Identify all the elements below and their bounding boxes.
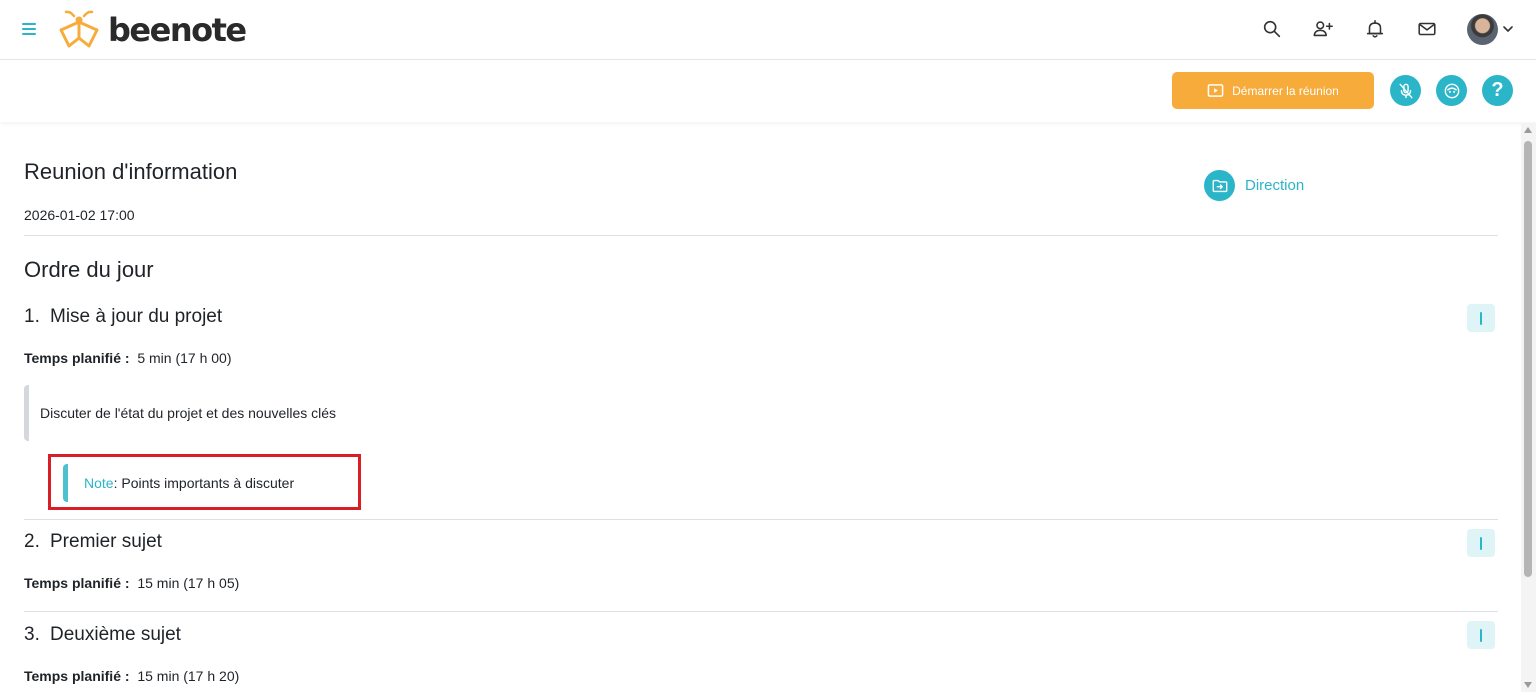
agenda-item-number: 2. [24,531,40,552]
face-outline-icon [1444,83,1459,98]
help-button[interactable]: ? [1482,75,1513,106]
scroll-up-arrow-icon[interactable] [1524,127,1532,133]
logo-text: beenote [108,11,247,49]
agenda-item-name: Deuxième sujet [50,624,181,645]
meeting-content: Reunion d'information 2026-01-02 17:00 D… [24,123,1498,692]
agenda-title: Ordre du jour [24,257,154,282]
agenda-item-planned-time: Temps planifié : 5 min (17 h 00) [24,350,232,366]
planned-time-label: Temps planifié : [24,668,130,684]
play-screen-icon [1207,84,1224,97]
folder-icon [1204,170,1235,201]
mail-icon[interactable] [1416,18,1438,40]
agenda-item-number: 3. [24,624,40,645]
divider [24,519,1498,520]
top-navigation-bar: beenote [0,0,1536,60]
agenda-item-note: Note : Points importants à discuter [63,464,294,502]
agenda-item-description: Discuter de l'état du projet et des nouv… [24,385,444,441]
menu-icon[interactable] [20,19,38,39]
agenda-item-toggle-button[interactable] [1467,529,1495,557]
start-meeting-label: Démarrer la réunion [1232,83,1339,98]
agenda-item-toggle-button[interactable] [1467,304,1495,332]
note-text: : Points importants à discuter [113,475,295,491]
vertical-scrollbar[interactable] [1521,123,1536,692]
scrollbar-thumb[interactable] [1524,141,1532,577]
meeting-title: Reunion d'information [24,159,238,184]
start-meeting-button[interactable]: Démarrer la réunion [1172,72,1374,109]
planned-time-label: Temps planifié : [24,350,130,366]
avatar[interactable] [1467,14,1498,45]
divider [24,611,1498,612]
agenda-item-title[interactable]: 3. Deuxième sujet [24,624,181,646]
folder-direction-link[interactable]: Direction [1204,170,1304,201]
help-label: ? [1491,79,1504,101]
search-icon[interactable] [1261,18,1283,40]
agenda-item-planned-time: Temps planifié : 15 min (17 h 20) [24,668,239,684]
bell-icon[interactable] [1364,18,1386,40]
remote-view-button[interactable] [1436,75,1467,106]
note-label: Note [84,475,114,491]
divider [24,235,1498,236]
agenda-item-name: Mise à jour du projet [50,306,223,327]
agenda-item-name: Premier sujet [50,531,162,552]
meeting-datetime: 2026-01-02 17:00 [24,207,135,223]
description-text: Discuter de l'état du projet et des nouv… [40,405,337,421]
agenda-item-number: 1. [24,306,40,327]
planned-time-value: 15 min (17 h 20) [137,668,240,684]
bee-logo-icon [59,10,99,48]
agenda-item-title[interactable]: 2. Premier sujet [24,531,162,553]
folder-label: Direction [1245,177,1305,194]
scroll-down-arrow-icon[interactable] [1524,682,1532,688]
agenda-item-planned-time: Temps planifié : 15 min (17 h 05) [24,575,239,591]
note-highlight-box: Note : Points importants à discuter [48,454,361,510]
beenote-logo[interactable]: beenote [54,8,247,52]
chevron-down-icon[interactable] [1502,23,1514,35]
microphone-off-icon [1398,83,1413,98]
mute-microphone-button[interactable] [1390,75,1421,106]
planned-time-value: 5 min (17 h 00) [137,350,232,366]
planned-time-label: Temps planifié : [24,575,130,591]
planned-time-value: 15 min (17 h 05) [137,575,240,591]
agenda-item-title[interactable]: 1. Mise à jour du projet [24,306,222,328]
agenda-item-toggle-button[interactable] [1467,621,1495,649]
add-user-icon[interactable] [1312,18,1334,40]
